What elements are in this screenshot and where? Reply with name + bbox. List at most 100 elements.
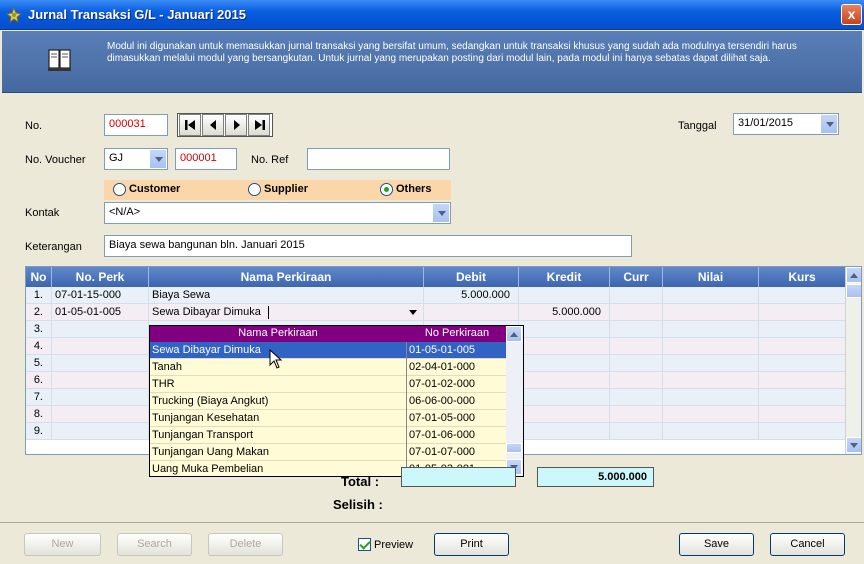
search-button[interactable]: Search <box>117 533 192 556</box>
new-button[interactable]: New <box>24 533 101 556</box>
chevron-down-icon[interactable] <box>432 204 449 222</box>
cell-nilai[interactable] <box>663 304 759 321</box>
cell-no-perk[interactable] <box>52 406 149 423</box>
cell-no-perk[interactable]: 01-05-01-005 <box>52 304 149 321</box>
cell-kurs[interactable] <box>759 321 846 338</box>
cell-debit[interactable]: 5.000.000 <box>424 287 519 304</box>
cell-kredit[interactable] <box>519 287 610 304</box>
cell-kredit[interactable] <box>519 423 610 440</box>
list-item[interactable]: Tanah 02-04-01-000 <box>150 359 507 376</box>
list-item[interactable]: Tunjangan Uang Makan 07-01-07-000 <box>150 444 507 461</box>
preview-checkbox[interactable] <box>358 538 371 551</box>
cell-no-perk[interactable] <box>52 423 149 440</box>
popup-scrollbar[interactable] <box>506 326 523 476</box>
radio-customer[interactable]: Customer <box>113 183 180 196</box>
preview-label[interactable]: Preview <box>374 539 413 551</box>
ref-field[interactable] <box>307 148 450 170</box>
cell-no-perk[interactable] <box>52 321 149 338</box>
list-item[interactable]: Trucking (Biaya Angkut) 06-06-00-000 <box>150 393 507 410</box>
cell-debit[interactable] <box>424 304 519 321</box>
cell-kredit[interactable] <box>519 338 610 355</box>
cell-curr[interactable] <box>610 287 663 304</box>
cell-curr[interactable] <box>610 321 663 338</box>
voucher-type-select[interactable]: GJ <box>104 148 168 170</box>
cell-no[interactable]: 4. <box>26 338 52 355</box>
last-record-button[interactable] <box>248 114 270 136</box>
kontak-select[interactable]: <N/A> <box>104 202 451 224</box>
col-no[interactable]: No <box>26 267 52 287</box>
cell-nilai[interactable] <box>663 338 759 355</box>
col-kurs[interactable]: Kurs <box>759 267 846 287</box>
cell-nilai[interactable] <box>663 372 759 389</box>
list-item[interactable]: THR 07-01-02-000 <box>150 376 507 393</box>
cell-nilai[interactable] <box>663 355 759 372</box>
cell-curr[interactable] <box>610 304 663 321</box>
scroll-up-icon[interactable] <box>846 267 861 283</box>
col-debit[interactable]: Debit <box>424 267 519 287</box>
first-record-button[interactable] <box>179 114 201 136</box>
cell-no-perk[interactable] <box>52 389 149 406</box>
tanggal-datepicker[interactable]: 31/01/2015 <box>733 113 839 135</box>
next-record-button[interactable] <box>225 114 247 136</box>
cell-no-perk[interactable] <box>52 355 149 372</box>
table-row[interactable]: 1. 07-01-15-000 Biaya Sewa 5.000.000 <box>26 287 846 304</box>
cell-curr[interactable] <box>610 423 663 440</box>
cell-no[interactable]: 2. <box>26 304 52 321</box>
cell-nama-perkiraan[interactable]: Biaya Sewa <box>149 287 424 304</box>
scroll-thumb[interactable] <box>846 284 861 298</box>
cell-no-perk[interactable] <box>52 338 149 355</box>
voucher-number-field[interactable]: 000001 <box>175 148 237 170</box>
list-item[interactable]: Sewa Dibayar Dimuka 01-05-01-005 <box>150 342 507 359</box>
cell-nilai[interactable] <box>663 406 759 423</box>
cancel-button[interactable]: Cancel <box>770 533 845 556</box>
cell-kredit[interactable] <box>519 406 610 423</box>
grid-scrollbar[interactable] <box>845 267 861 454</box>
scroll-up-icon[interactable] <box>506 326 522 342</box>
table-row[interactable]: 2. 01-05-01-005 Sewa Dibayar Dimuka 5.000.0… <box>26 304 846 321</box>
cell-no-perk[interactable] <box>52 372 149 389</box>
chevron-down-icon[interactable] <box>820 115 837 133</box>
cell-kurs[interactable] <box>759 304 846 321</box>
chevron-down-icon[interactable] <box>149 150 166 168</box>
cell-nama-perkiraan[interactable]: Sewa Dibayar Dimuka <box>149 304 424 321</box>
delete-button[interactable]: Delete <box>208 533 283 556</box>
cell-curr[interactable] <box>610 372 663 389</box>
col-nilai[interactable]: Nilai <box>663 267 759 287</box>
col-no-perk[interactable]: No. Perk <box>52 267 149 287</box>
radio-supplier[interactable]: Supplier <box>248 183 308 196</box>
cell-no[interactable]: 3. <box>26 321 52 338</box>
cell-kurs[interactable] <box>759 406 846 423</box>
cell-kredit[interactable]: 5.000.000 <box>519 304 610 321</box>
cell-no-perk[interactable]: 07-01-15-000 <box>52 287 149 304</box>
cell-nilai[interactable] <box>663 287 759 304</box>
col-nama-perkiraan[interactable]: Nama Perkiraan <box>149 267 424 287</box>
cell-no[interactable]: 6. <box>26 372 52 389</box>
cell-kredit[interactable] <box>519 355 610 372</box>
dropdown-arrow-icon[interactable] <box>409 310 417 315</box>
radio-others[interactable]: Others <box>380 183 431 196</box>
cell-no[interactable]: 5. <box>26 355 52 372</box>
cell-kredit[interactable] <box>519 389 610 406</box>
scroll-down-icon[interactable] <box>846 437 861 453</box>
cell-nilai[interactable] <box>663 389 759 406</box>
cell-kurs[interactable] <box>759 338 846 355</box>
close-button[interactable]: x <box>841 4 862 25</box>
cell-curr[interactable] <box>610 338 663 355</box>
cell-kurs[interactable] <box>759 389 846 406</box>
cell-kredit[interactable] <box>519 372 610 389</box>
list-item[interactable]: Tunjangan Transport 07-01-06-000 <box>150 427 507 444</box>
cell-kurs[interactable] <box>759 355 846 372</box>
cell-nilai[interactable] <box>663 321 759 338</box>
col-kredit[interactable]: Kredit <box>519 267 610 287</box>
cell-no[interactable]: 8. <box>26 406 52 423</box>
cell-kurs[interactable] <box>759 287 846 304</box>
list-item[interactable]: Tunjangan Kesehatan 07-01-05-000 <box>150 410 507 427</box>
cell-curr[interactable] <box>610 355 663 372</box>
print-button[interactable]: Print <box>434 533 509 556</box>
cell-curr[interactable] <box>610 389 663 406</box>
cell-kurs[interactable] <box>759 372 846 389</box>
cell-kurs[interactable] <box>759 423 846 440</box>
keterangan-field[interactable]: Biaya sewa bangunan bln. Januari 2015 <box>104 235 632 257</box>
cell-no[interactable]: 7. <box>26 389 52 406</box>
cell-kredit[interactable] <box>519 321 610 338</box>
